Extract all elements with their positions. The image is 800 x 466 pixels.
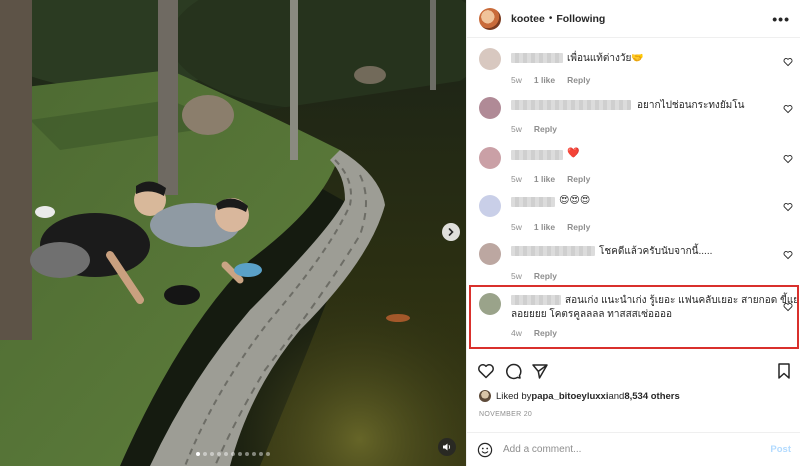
- comment-age: 5w: [511, 174, 522, 184]
- comment-age: 5w: [511, 271, 522, 281]
- commenter-username-blurred[interactable]: [511, 197, 555, 207]
- reply-button[interactable]: Reply: [534, 124, 557, 134]
- comment-text: เพื่อนแท้ต่างวัย🤝: [567, 53, 644, 64]
- comment-meta: 5w Reply: [511, 124, 557, 134]
- comment-text: ❤️: [567, 148, 580, 159]
- post-header: kootee • Following •••: [467, 0, 800, 38]
- comment-list[interactable]: เพื่อนแท้ต่างวัย🤝 5w 1 like Reply อยากไป…: [467, 38, 800, 351]
- reply-button[interactable]: Reply: [567, 222, 590, 232]
- reply-button[interactable]: Reply: [567, 75, 590, 85]
- reply-button[interactable]: Reply: [567, 174, 590, 184]
- comment-like-count[interactable]: 1 like: [534, 222, 555, 232]
- carousel-indicators: [0, 452, 466, 456]
- carousel-dot: [252, 452, 256, 456]
- heart-icon[interactable]: [783, 104, 793, 114]
- carousel-dot: [217, 452, 221, 456]
- sound-toggle-button[interactable]: [438, 438, 456, 456]
- comment-meta: 5w 1 like Reply: [511, 75, 590, 85]
- heart-icon[interactable]: [783, 154, 793, 164]
- reply-button[interactable]: Reply: [534, 271, 557, 281]
- add-comment-bar: Post: [467, 432, 800, 466]
- comment-meta: 5w 1 like Reply: [511, 174, 590, 184]
- heart-icon[interactable]: [783, 250, 793, 260]
- comment-text: อยากไปช่อนกระทงยัมโน: [637, 100, 745, 111]
- author-avatar[interactable]: [479, 7, 501, 30]
- instagram-post-view: kootee • Following ••• เพื่อนแท้ต่างวัย🤝…: [0, 0, 800, 466]
- commenter-username-blurred[interactable]: [511, 246, 595, 256]
- carousel-dot: [224, 452, 228, 456]
- chevron-right-icon: [448, 228, 454, 236]
- comment-highlight-box: [469, 285, 799, 349]
- carousel-dot: [245, 452, 249, 456]
- header-separator: •: [548, 13, 553, 24]
- comment-age: 5w: [511, 222, 522, 232]
- video-frame: [0, 0, 466, 466]
- commenter-username-blurred[interactable]: [511, 53, 563, 63]
- carousel-dot: [210, 452, 214, 456]
- comment-meta: 5w Reply: [511, 271, 557, 281]
- post-actions-bar: [467, 360, 800, 384]
- heart-icon[interactable]: [477, 362, 495, 380]
- carousel-dot: [203, 452, 207, 456]
- liked-by-prefix: Liked by: [496, 390, 532, 402]
- follow-status-button[interactable]: Following: [556, 13, 605, 25]
- emoji-icon[interactable]: [477, 442, 493, 458]
- liked-by-and: and: [608, 390, 625, 402]
- post-date[interactable]: NOVEMBER 20: [479, 411, 532, 418]
- comment-like-count[interactable]: 1 like: [534, 174, 555, 184]
- comment-like-count[interactable]: 1 like: [534, 75, 555, 85]
- author-username[interactable]: kootee: [511, 13, 545, 25]
- likes-summary: Liked by papa_bitoeyluxxi and 8,534 othe…: [479, 390, 680, 402]
- sound-icon: [443, 443, 451, 451]
- carousel-dot: [231, 452, 235, 456]
- comment-age: 5w: [511, 124, 522, 134]
- carousel-dot: [238, 452, 242, 456]
- more-options-icon[interactable]: •••: [772, 11, 790, 27]
- liked-by-count[interactable]: 8,534 others: [624, 391, 679, 402]
- comment-meta: 5w 1 like Reply: [511, 222, 590, 232]
- carousel-dot: [266, 452, 270, 456]
- comment-icon[interactable]: [504, 362, 522, 380]
- commenter-avatar[interactable]: [479, 48, 501, 70]
- liker-avatar[interactable]: [479, 390, 491, 402]
- comment-text: โชคดีแล้วครับนับจากนี้.....: [599, 246, 713, 257]
- bookmark-icon[interactable]: [775, 362, 793, 380]
- heart-icon[interactable]: [783, 202, 793, 212]
- add-comment-input[interactable]: [503, 444, 771, 455]
- comment-text: 😍😍😍: [559, 195, 591, 206]
- post-comment-button[interactable]: Post: [770, 444, 791, 455]
- commenter-username-blurred[interactable]: [511, 150, 563, 160]
- commenter-avatar[interactable]: [479, 97, 501, 119]
- carousel-dot: [196, 452, 200, 456]
- commenter-avatar[interactable]: [479, 243, 501, 265]
- liked-by-user[interactable]: papa_bitoeyluxxi: [531, 391, 608, 402]
- commenter-username-blurred[interactable]: [511, 100, 631, 110]
- share-icon[interactable]: [531, 362, 549, 380]
- next-media-button[interactable]: [442, 223, 460, 241]
- comment-age: 5w: [511, 75, 522, 85]
- commenter-avatar[interactable]: [479, 195, 501, 217]
- post-media[interactable]: [0, 0, 466, 466]
- heart-icon[interactable]: [783, 57, 793, 67]
- carousel-dot: [259, 452, 263, 456]
- commenter-avatar[interactable]: [479, 147, 501, 169]
- post-details-panel: kootee • Following ••• เพื่อนแท้ต่างวัย🤝…: [466, 0, 800, 466]
